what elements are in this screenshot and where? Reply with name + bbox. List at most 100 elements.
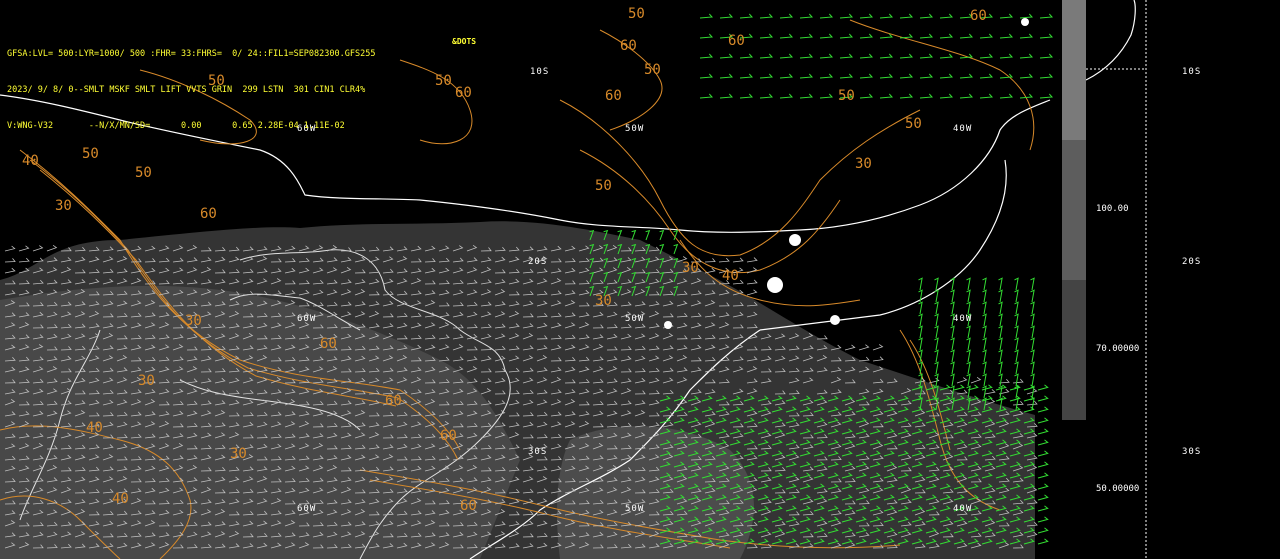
wind-barb — [1019, 73, 1034, 79]
lat-label-10s: 10S — [530, 67, 550, 77]
wind-barb — [959, 33, 974, 39]
lon-label-40w-top: 40W — [953, 124, 973, 134]
wind-barb — [1019, 13, 1034, 19]
wind-barb — [759, 73, 774, 79]
wind-barb — [1014, 313, 1019, 327]
wind-barb — [859, 73, 874, 79]
wind-barb — [1039, 93, 1054, 99]
contour-label: 60 — [460, 498, 477, 514]
wind-barb — [718, 257, 730, 263]
wind-barb — [719, 73, 734, 79]
lon-label-50w-top: 50W — [625, 124, 645, 134]
wind-barb — [1030, 349, 1035, 363]
wind-barb — [759, 93, 774, 99]
right-panel-svg — [1086, 0, 1147, 559]
wind-barb — [1019, 33, 1034, 39]
lat-label-20s: 20S — [528, 257, 548, 267]
wind-barb — [1030, 289, 1035, 303]
dots-tag: &DOTS — [452, 37, 477, 46]
contour-label: 60 — [440, 428, 457, 444]
wind-barb — [819, 53, 834, 59]
contour-label: 60 — [385, 393, 402, 409]
colorbar-label-1: 100.00 — [1096, 204, 1129, 214]
wind-barb — [899, 93, 914, 99]
contour-label: 30 — [855, 156, 872, 172]
contour-label: 60 — [728, 33, 745, 49]
wind-barb — [966, 301, 971, 315]
wind-barb — [839, 33, 854, 39]
wind-barb — [699, 33, 714, 39]
wind-barb — [966, 277, 971, 291]
wind-barb — [872, 344, 884, 351]
wind-barb — [950, 301, 955, 315]
wind-barb — [966, 289, 971, 303]
wind-barb — [779, 93, 794, 99]
wind-barb — [4, 245, 16, 252]
wind-barb — [919, 93, 934, 99]
wind-barb — [819, 33, 834, 39]
wind-barb — [1014, 337, 1019, 351]
wind-barb — [4, 267, 16, 274]
lon-label-50w-bot: 50W — [625, 504, 645, 514]
wind-barb — [998, 289, 1003, 303]
lon-label-60w-mid: 60W — [297, 314, 317, 324]
wind-barb — [799, 13, 814, 19]
wind-barb — [899, 53, 914, 59]
wind-barb — [1037, 472, 1049, 479]
wind-barb — [1037, 384, 1049, 391]
wind-barb — [1037, 428, 1049, 435]
wind-barb — [1030, 337, 1035, 351]
wind-barb — [719, 53, 734, 59]
wind-barb — [673, 243, 679, 255]
contour-label: 50 — [838, 88, 855, 104]
wind-barb — [950, 361, 955, 375]
wind-barb — [746, 289, 758, 296]
right-lat-label-20s: 20S — [1182, 257, 1202, 267]
wind-barb — [1037, 461, 1049, 468]
wind-barb — [950, 349, 955, 363]
wind-barb — [950, 373, 955, 387]
wind-barb — [918, 277, 923, 291]
wind-barb — [779, 53, 794, 59]
wind-barb — [779, 33, 794, 39]
wind-barb — [998, 313, 1003, 327]
wind-barb — [1014, 277, 1019, 291]
wind-barb — [1019, 93, 1034, 99]
wind-barb — [799, 73, 814, 79]
wind-barb — [631, 229, 637, 241]
wind-barb — [699, 73, 714, 79]
wind-barb — [1019, 53, 1034, 59]
colorbar-band-2 — [1062, 140, 1086, 280]
wind-barb — [999, 33, 1014, 39]
wind-barb — [934, 349, 939, 363]
wind-barb — [746, 279, 758, 285]
wind-barb — [779, 73, 794, 79]
wind-barb — [879, 33, 894, 39]
wind-barb — [645, 229, 651, 241]
wind-barb — [979, 73, 994, 79]
colorbar-label-3: 50.00000 — [1096, 484, 1140, 494]
wind-barb — [32, 245, 44, 252]
wind-barb — [1012, 400, 1024, 406]
wind-barb — [1037, 450, 1049, 457]
right-lat-label-10s: 10S — [1182, 67, 1202, 77]
colorbar-label-2: 70.00000 — [1096, 344, 1140, 354]
wind-barb — [739, 93, 754, 99]
wind-barb — [939, 33, 954, 39]
wind-barb — [819, 93, 834, 99]
wind-barb — [998, 301, 1003, 315]
wind-barb — [732, 257, 744, 263]
wind-barb — [939, 13, 954, 19]
contour-label: 50 — [435, 73, 452, 89]
weather-map[interactable]: 50 60 50 60 50 60 60 50 50 50 30 60 40 30 30 40 60 50 30 30… — [0, 0, 1060, 559]
wind-barb — [982, 277, 987, 291]
wind-barb — [879, 53, 894, 59]
wind-barb — [1037, 538, 1049, 545]
header-line-2: 2023/ 9/ 8/ 0--SMLT MSKF SMLT LIFT VVTS … — [7, 85, 366, 95]
wind-barb — [934, 325, 939, 339]
colorbar-band-3 — [1062, 280, 1086, 420]
wind-barb — [934, 313, 939, 327]
wind-barb — [966, 361, 971, 375]
wind-barb — [998, 277, 1003, 291]
wind-barb — [699, 13, 714, 19]
